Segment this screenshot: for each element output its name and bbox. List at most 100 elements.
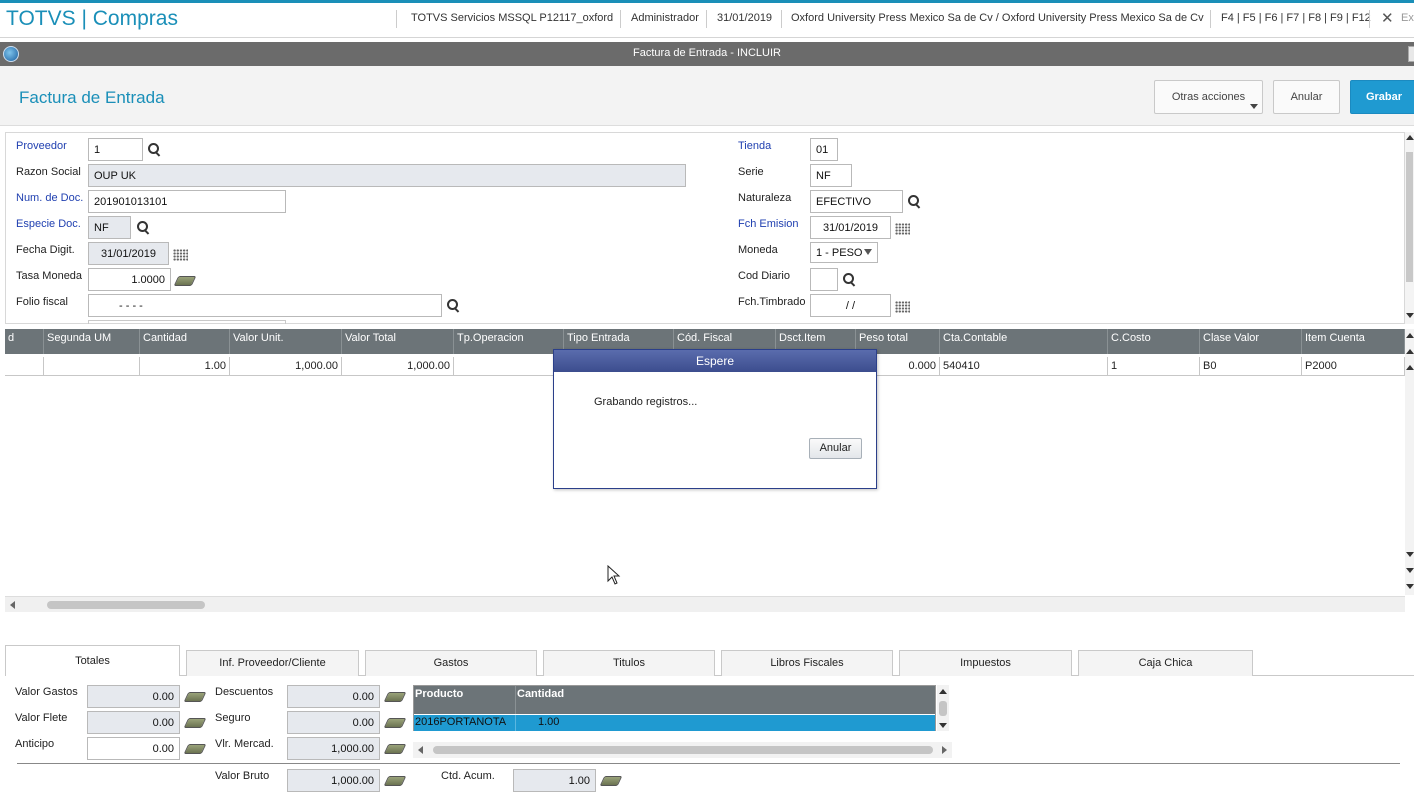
anticipo-field[interactable]: 0.00: [87, 737, 180, 760]
grid-column-header[interactable]: Cantidad: [140, 329, 230, 354]
money-icon[interactable]: [383, 692, 407, 702]
scroll-down-icon[interactable]: [1406, 313, 1414, 318]
especie-doc-field[interactable]: NF: [88, 216, 131, 239]
tab-inf-proveedor[interactable]: Inf. Proveedor/Cliente: [186, 650, 359, 676]
scroll-right-icon[interactable]: [942, 746, 947, 754]
search-icon[interactable]: [148, 143, 162, 157]
grid-column-header[interactable]: Tp.Operacion: [454, 329, 564, 354]
seguro-field[interactable]: 0.00: [287, 711, 380, 734]
shortcuts-label[interactable]: F4 | F5 | F6 | F7 | F8 | F9 | F12: [1221, 12, 1371, 24]
scroll-down-icon[interactable]: [939, 723, 947, 728]
product-grid-scrollbar[interactable]: [937, 685, 949, 731]
scroll-left-icon[interactable]: [418, 746, 423, 754]
product-quantity-cell[interactable]: 1.00: [538, 716, 559, 728]
money-icon[interactable]: [383, 744, 407, 754]
tienda-field[interactable]: 01: [810, 138, 838, 161]
environment-label[interactable]: TOTVS Servicios MSSQL P12117_oxford: [411, 12, 613, 24]
grid-horizontal-scrollbar[interactable]: [5, 596, 1405, 612]
grid-cell[interactable]: 1,000.00: [342, 357, 454, 376]
valor-gastos-field[interactable]: 0.00: [87, 685, 180, 708]
grid-column-header[interactable]: d: [5, 329, 44, 354]
grid-cell[interactable]: 1: [1108, 357, 1200, 376]
tab-titulos[interactable]: Titulos: [543, 650, 715, 676]
valor-bruto-field[interactable]: 1,000.00: [287, 769, 380, 792]
cod-diario-field[interactable]: [810, 268, 838, 291]
tab-caja-chica[interactable]: Caja Chica: [1078, 650, 1253, 676]
tab-impuestos[interactable]: Impuestos: [899, 650, 1072, 676]
scroll-left-icon[interactable]: [10, 601, 15, 609]
product-grid-column-header[interactable]: Producto: [415, 688, 463, 700]
product-grid-column-header[interactable]: Cantidad: [517, 688, 564, 700]
grid-cell[interactable]: 540410: [940, 357, 1108, 376]
search-icon[interactable]: [908, 195, 922, 209]
calendar-icon[interactable]: [173, 249, 188, 261]
grid-cell[interactable]: P2000: [1302, 357, 1405, 376]
descuentos-field[interactable]: 0.00: [287, 685, 380, 708]
fecha-digit-field[interactable]: 31/01/2019: [88, 242, 169, 265]
scroll-top-icon[interactable]: [1406, 333, 1414, 338]
grid-column-header[interactable]: Item Cuenta: [1302, 329, 1405, 354]
scroll-down-icon[interactable]: [1406, 552, 1414, 557]
fch-emision-field[interactable]: 31/01/2019: [810, 216, 891, 239]
tab-gastos[interactable]: Gastos: [365, 650, 537, 676]
money-icon[interactable]: [173, 276, 197, 286]
scroll-page-down-icon[interactable]: [1406, 568, 1414, 573]
grid-column-header[interactable]: Valor Total: [342, 329, 454, 354]
wait-dialog-cancel-button[interactable]: Anular: [809, 438, 862, 459]
valor-flete-field[interactable]: 0.00: [87, 711, 180, 734]
num-doc-field[interactable]: 201901013101: [88, 190, 286, 213]
chevron-down-icon[interactable]: [864, 249, 872, 255]
grid-column-header[interactable]: Clase Valor: [1200, 329, 1302, 354]
search-icon[interactable]: [843, 273, 857, 287]
grid-cell[interactable]: 1.00: [140, 357, 230, 376]
grid-hscroll-thumb[interactable]: [47, 601, 205, 609]
proveedor-field[interactable]: 1: [88, 138, 143, 161]
naturaleza-field[interactable]: EFECTIVO: [810, 190, 903, 213]
vlr-mercad-field[interactable]: 1,000.00: [287, 737, 380, 760]
money-icon[interactable]: [383, 718, 407, 728]
table-row[interactable]: 2016PORTANOTA 1.00: [414, 715, 935, 731]
company-label[interactable]: Oxford University Press Mexico Sa de Cv …: [791, 12, 1204, 24]
search-icon[interactable]: [137, 221, 151, 235]
window-control-button[interactable]: [1408, 46, 1414, 62]
scroll-up-icon[interactable]: [939, 689, 947, 694]
money-icon[interactable]: [183, 692, 207, 702]
scroll-page-up-icon[interactable]: [1406, 349, 1414, 354]
grid-cell[interactable]: 1,000.00: [230, 357, 342, 376]
product-grid-horizontal-scrollbar[interactable]: [413, 742, 952, 758]
more-actions-button[interactable]: Otras acciones: [1154, 80, 1263, 114]
exit-label[interactable]: Ex: [1401, 12, 1414, 24]
grid-cell[interactable]: [454, 357, 564, 376]
product-grid-scroll-thumb[interactable]: [939, 701, 947, 716]
calendar-icon[interactable]: [895, 301, 910, 313]
product-code-cell[interactable]: 2016PORTANOTA: [415, 716, 506, 728]
money-icon[interactable]: [183, 744, 207, 754]
grid-cell[interactable]: [44, 357, 140, 376]
money-icon[interactable]: [599, 776, 623, 786]
grid-column-header[interactable]: Segunda UM: [44, 329, 140, 354]
grid-column-header[interactable]: C.Costo: [1108, 329, 1200, 354]
fch-timbrado-field[interactable]: / /: [810, 294, 891, 317]
grid-cell[interactable]: B0: [1200, 357, 1302, 376]
product-grid-hscroll-thumb[interactable]: [433, 746, 933, 754]
scroll-bottom-icon[interactable]: [1406, 584, 1414, 589]
close-icon[interactable]: ✕: [1381, 9, 1394, 27]
money-icon[interactable]: [183, 718, 207, 728]
grid-scrollbar[interactable]: [1405, 329, 1414, 595]
calendar-icon[interactable]: [895, 223, 910, 235]
tasa-moneda-field[interactable]: 1.0000: [88, 268, 171, 291]
scroll-up-icon[interactable]: [1406, 135, 1414, 140]
serie-field[interactable]: NF: [810, 164, 852, 187]
search-icon[interactable]: [447, 299, 461, 313]
user-label[interactable]: Administrador: [631, 12, 699, 24]
money-icon[interactable]: [383, 776, 407, 786]
razon-social-field[interactable]: OUP UK: [88, 164, 686, 187]
ctd-acum-field[interactable]: 1.00: [513, 769, 596, 792]
save-button[interactable]: Grabar: [1350, 80, 1414, 114]
date-label[interactable]: 31/01/2019: [717, 12, 772, 24]
tab-totales[interactable]: Totales: [5, 645, 180, 677]
form-scrollbar[interactable]: [1405, 132, 1414, 324]
folio-fiscal-field[interactable]: - - - -: [88, 294, 442, 317]
tab-libros-fiscales[interactable]: Libros Fiscales: [721, 650, 893, 676]
scroll-up-icon[interactable]: [1406, 365, 1414, 370]
